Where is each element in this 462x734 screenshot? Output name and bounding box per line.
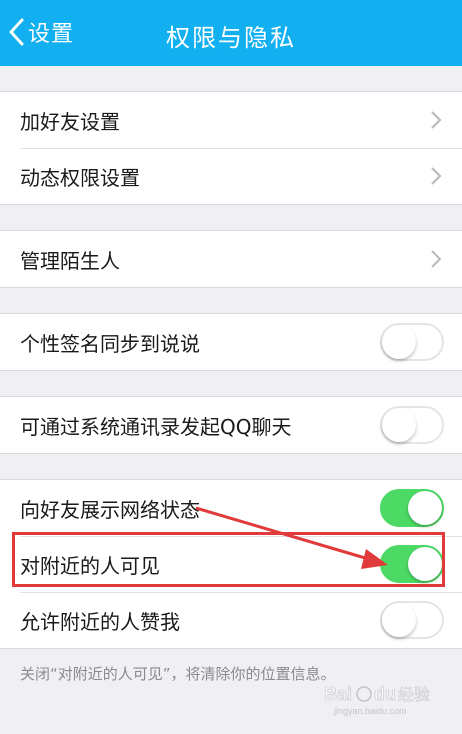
nav-bar: 设置 权限与隐私 xyxy=(0,0,462,66)
row-contacts-chat: 可通过系统通讯录发起QQ聊天 xyxy=(0,397,462,453)
row-label: 可通过系统通讯录发起QQ聊天 xyxy=(20,414,292,439)
row-label: 对附近的人可见 xyxy=(20,553,160,578)
row-label: 向好友展示网络状态 xyxy=(20,497,200,522)
toggle-knob xyxy=(408,491,442,525)
row-feed-permission-settings[interactable]: 动态权限设置 xyxy=(0,148,462,204)
row-manage-strangers[interactable]: 管理陌生人 xyxy=(0,231,462,287)
row-label: 管理陌生人 xyxy=(20,248,120,273)
page-title: 权限与隐私 xyxy=(166,24,296,52)
toggle-knob xyxy=(382,408,416,442)
network-status-toggle[interactable] xyxy=(380,489,444,527)
toggle-knob xyxy=(408,547,442,581)
chevron-right-icon xyxy=(431,250,442,268)
row-label: 动态权限设置 xyxy=(20,165,140,190)
row-label: 个性签名同步到说说 xyxy=(20,331,200,356)
nearby-likes-toggle[interactable] xyxy=(380,601,444,639)
chevron-right-icon xyxy=(431,167,442,185)
row-signature-sync: 个性签名同步到说说 xyxy=(0,314,462,370)
visible-to-nearby-toggle[interactable] xyxy=(380,545,444,583)
row-allow-nearby-likes: 允许附近的人赞我 xyxy=(0,592,462,648)
row-label: 允许附近的人赞我 xyxy=(20,609,180,634)
toggle-knob xyxy=(382,325,416,359)
chevron-right-icon xyxy=(431,111,442,129)
toggle-knob xyxy=(382,603,416,637)
row-show-network-status: 向好友展示网络状态 xyxy=(0,480,462,536)
row-add-friend-settings[interactable]: 加好友设置 xyxy=(0,92,462,148)
row-visible-to-nearby: 对附近的人可见 xyxy=(0,536,462,592)
contacts-chat-toggle[interactable] xyxy=(380,406,444,444)
settings-group-visibility: 向好友展示网络状态 对附近的人可见 允许附近的人赞我 xyxy=(0,479,462,649)
settings-group-contacts: 可通过系统通讯录发起QQ聊天 xyxy=(0,396,462,454)
svg-text:Bai: Bai xyxy=(324,684,352,704)
svg-text:jingyan.baidu.com: jingyan.baidu.com xyxy=(333,706,407,716)
row-label: 加好友设置 xyxy=(20,109,120,134)
baidu-watermark-icon: Bai du 经验 jingyan.baidu.com xyxy=(324,684,430,716)
svg-text:du: du xyxy=(374,684,396,704)
settings-group-strangers: 管理陌生人 xyxy=(0,230,462,288)
signature-sync-toggle[interactable] xyxy=(380,323,444,361)
svg-text:经验: 经验 xyxy=(398,685,430,704)
settings-group-friends: 加好友设置 动态权限设置 xyxy=(0,91,462,205)
settings-group-signature: 个性签名同步到说说 xyxy=(0,313,462,371)
